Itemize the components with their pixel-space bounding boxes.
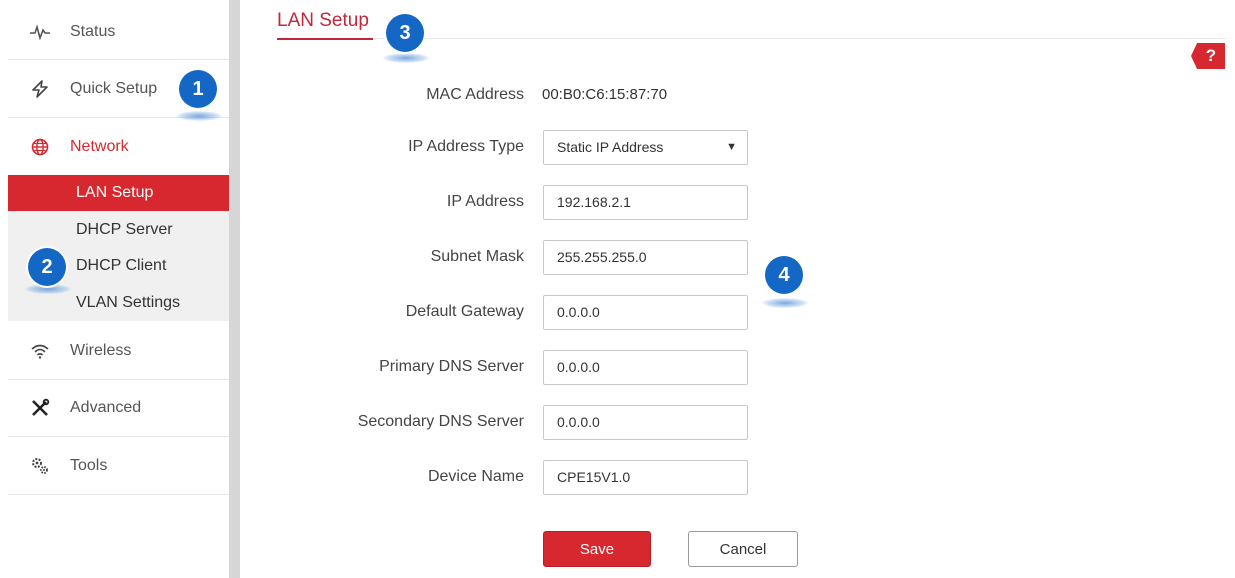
sidebar-divider (229, 0, 240, 578)
gears-icon (30, 456, 50, 476)
row-subnet-mask: Subnet Mask 255.255.255.0 (240, 237, 1235, 277)
nav-wireless[interactable]: Wireless (8, 323, 229, 380)
wifi-icon (30, 341, 50, 361)
nav-network-label: Network (70, 137, 129, 155)
ip-address-label: IP Address (446, 193, 524, 210)
save-button[interactable]: Save (543, 531, 651, 567)
nav-advanced-label: Advanced (70, 399, 142, 416)
row-device-name: Device Name CPE15V1.0 (240, 457, 1235, 497)
row-ip-address: IP Address 192.168.2.1 (240, 182, 1235, 222)
mac-address-value: 00:B0:C6:15:87:70 (542, 86, 668, 103)
nav-network[interactable]: Network (8, 118, 229, 175)
secondary-dns-field[interactable]: 0.0.0.0 (543, 405, 748, 440)
primary-dns-field[interactable]: 0.0.0.0 (543, 350, 748, 385)
ip-type-selected-value: Static IP Address (557, 139, 664, 155)
primary-dns-label: Primary DNS Server (379, 358, 524, 375)
help-icon[interactable]: ? (1191, 43, 1225, 69)
nav-wireless-label: Wireless (70, 342, 132, 359)
ip-type-label: IP Address Type (408, 138, 524, 155)
nav-tools[interactable]: Tools (8, 438, 229, 495)
callout-badge-2: 2 (28, 248, 66, 286)
row-default-gateway: Default Gateway 0.0.0.0 (240, 292, 1235, 332)
pulse-icon (30, 22, 50, 42)
title-divider (373, 38, 1226, 39)
row-mac-address: MAC Address 00:B0:C6:15:87:70 (240, 75, 1235, 115)
callout-badge-3: 3 (386, 14, 424, 52)
submenu-lan-setup[interactable]: LAN Setup (8, 175, 229, 211)
callout-4-shadow (762, 298, 808, 308)
default-gateway-label: Default Gateway (405, 303, 524, 320)
device-name-field[interactable]: CPE15V1.0 (543, 460, 748, 495)
row-secondary-dns: Secondary DNS Server 0.0.0.0 (240, 402, 1235, 442)
nav-status[interactable]: Status (8, 5, 229, 60)
secondary-dns-label: Secondary DNS Server (357, 413, 524, 430)
page-title: LAN Setup (277, 10, 369, 31)
callout-badge-4: 4 (765, 256, 803, 294)
ip-address-field[interactable]: 192.168.2.1 (543, 185, 748, 220)
callout-badge-1: 1 (179, 70, 217, 108)
main-panel: LAN Setup ? MAC Address 00:B0:C6:15:87:7… (240, 0, 1235, 578)
flash-icon (30, 79, 50, 99)
globe-icon (30, 137, 50, 157)
nav-tools-label: Tools (70, 457, 108, 474)
ip-type-select[interactable]: Static IP Address ▼ (543, 130, 748, 165)
page-title-wrap: LAN Setup (277, 10, 369, 32)
row-primary-dns: Primary DNS Server 0.0.0.0 (240, 347, 1235, 387)
cancel-button[interactable]: Cancel (688, 531, 798, 567)
mac-address-label: MAC Address (426, 86, 524, 103)
submenu-dhcp-server[interactable]: DHCP Server (8, 212, 229, 248)
title-underline (277, 38, 373, 40)
dropdown-arrow-icon: ▼ (726, 141, 737, 153)
nav-status-label: Status (70, 23, 116, 40)
nav-advanced[interactable]: Advanced (8, 380, 229, 437)
row-ip-type: IP Address Type Static IP Address ▼ (240, 127, 1235, 167)
subnet-mask-field[interactable]: 255.255.255.0 (543, 240, 748, 275)
default-gateway-field[interactable]: 0.0.0.0 (543, 295, 748, 330)
callout-1-shadow (176, 111, 222, 121)
callout-3-shadow (383, 53, 429, 63)
subnet-mask-label: Subnet Mask (430, 248, 524, 265)
tools-cross-icon (30, 398, 50, 418)
device-name-label: Device Name (427, 468, 524, 485)
nav-quick-setup-label: Quick Setup (70, 80, 158, 97)
